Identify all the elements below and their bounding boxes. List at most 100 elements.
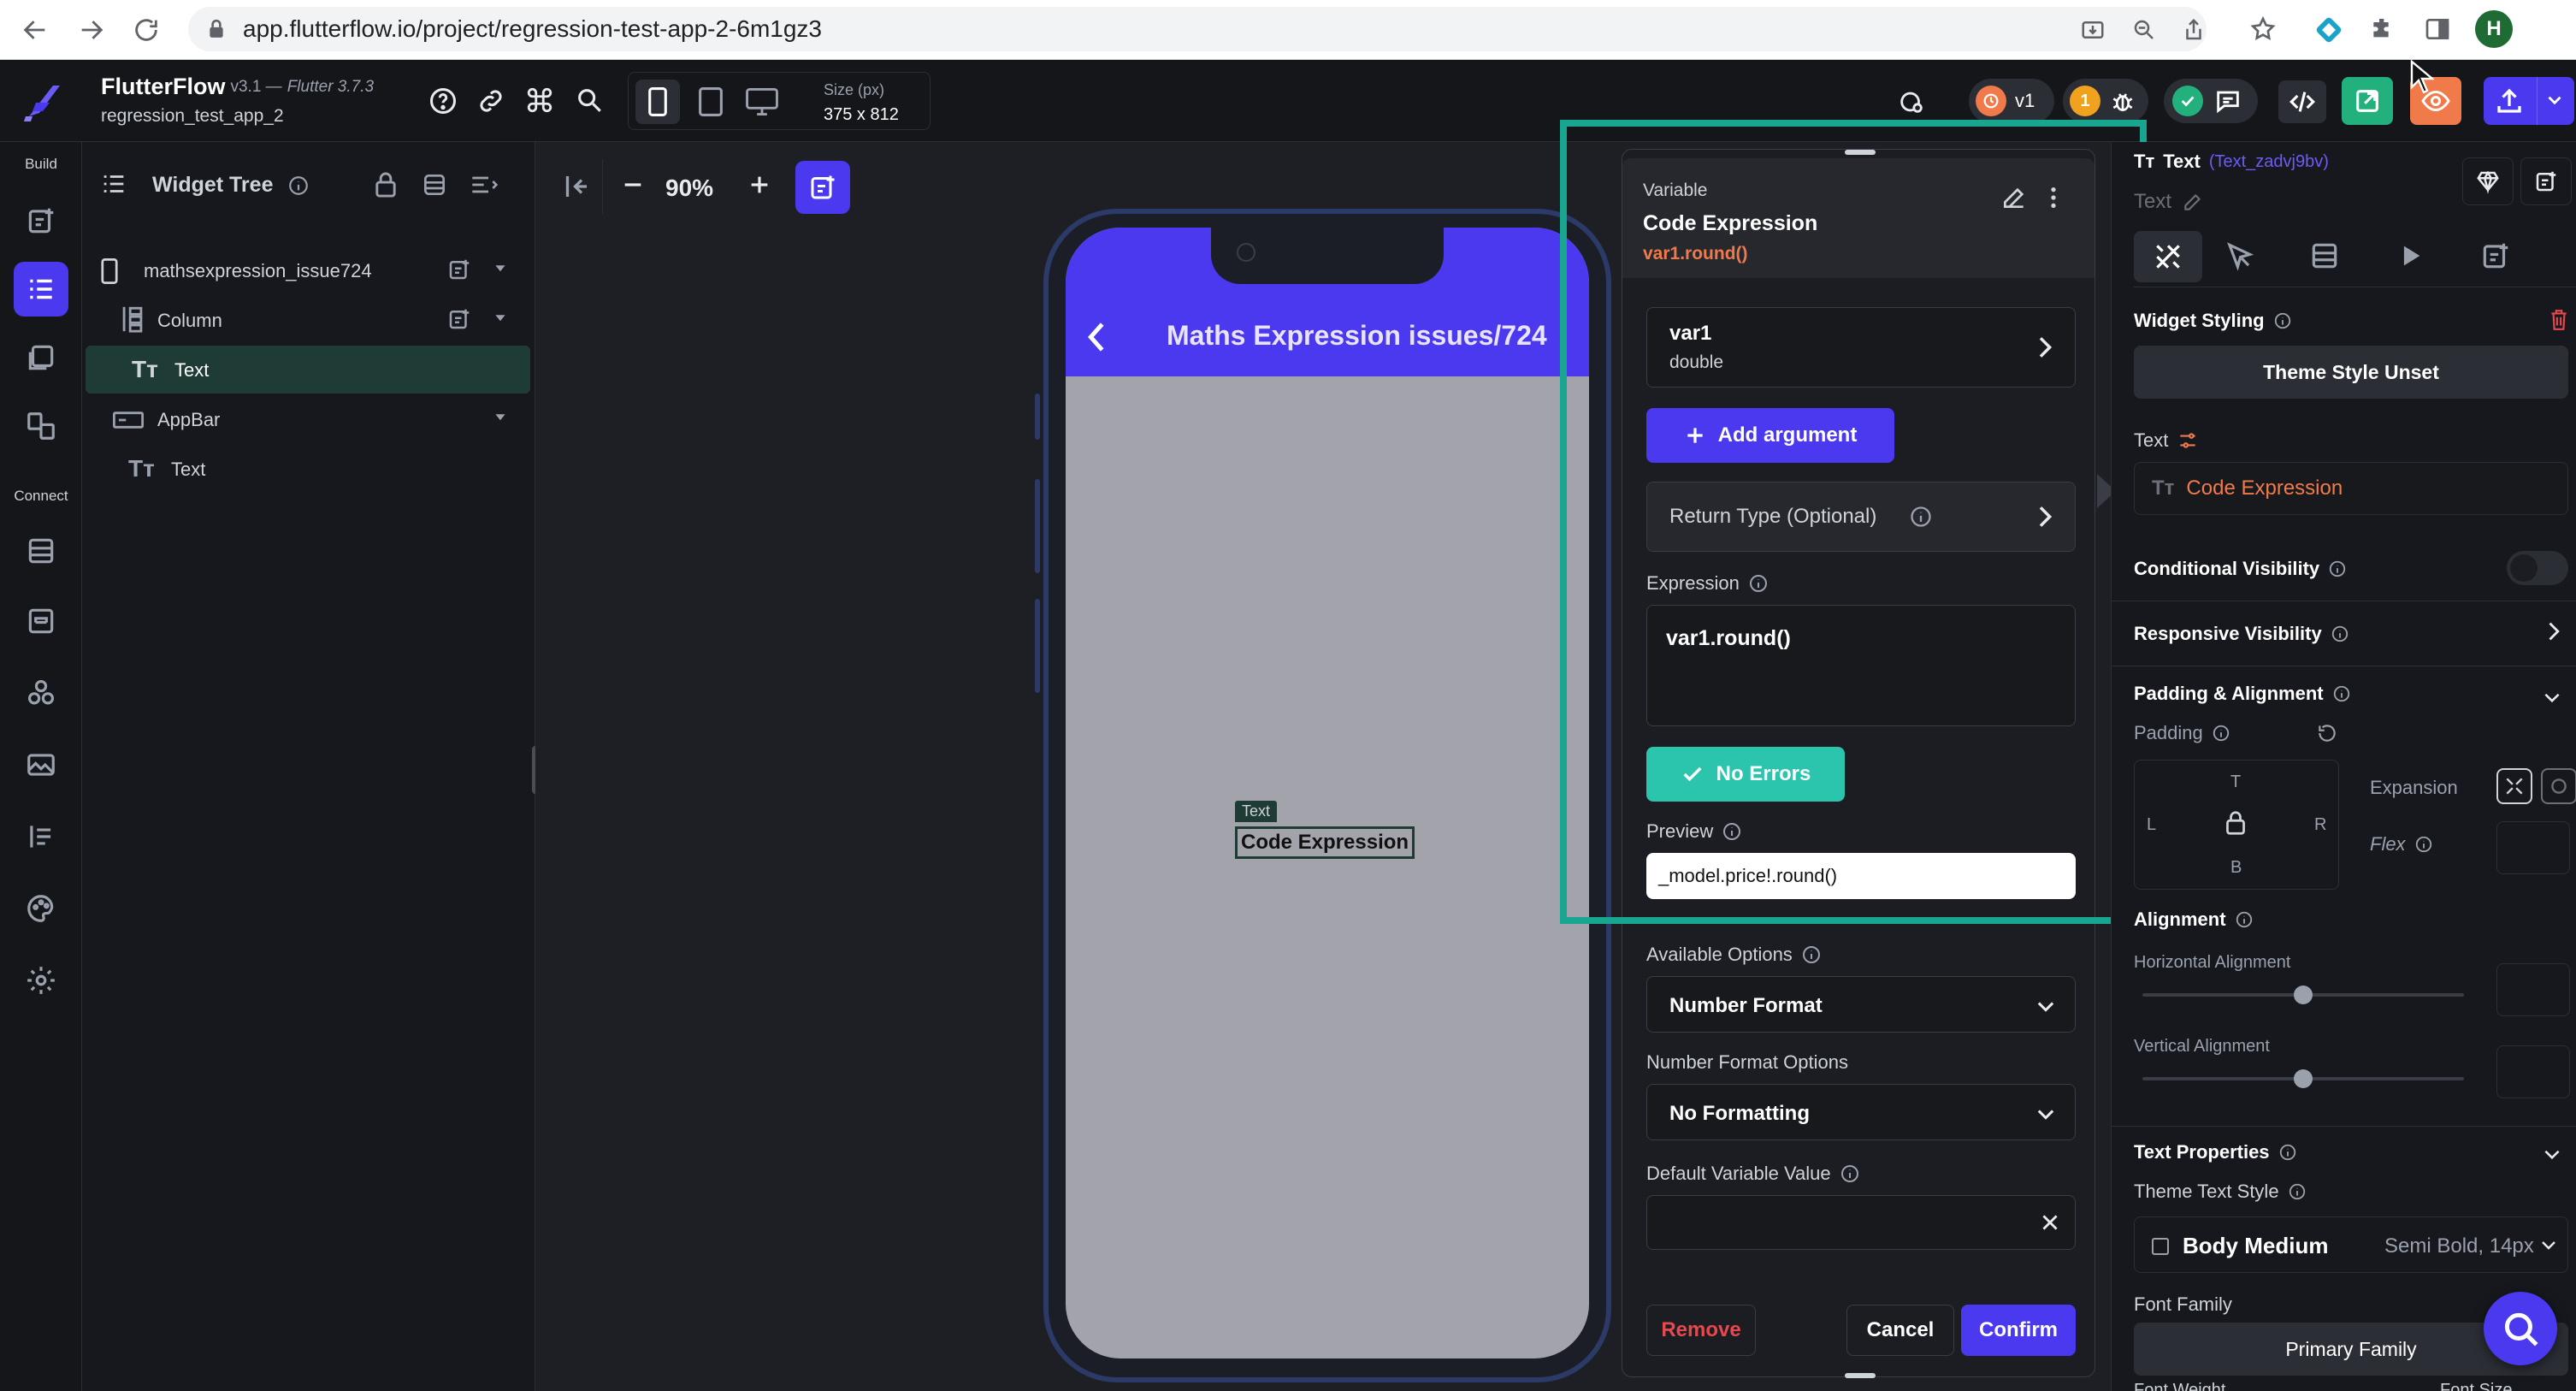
info-icon[interactable] xyxy=(2331,624,2349,643)
responsive-visibility-row[interactable]: Responsive Visibility xyxy=(2134,623,2349,645)
open-external-icon[interactable] xyxy=(2342,77,2393,125)
components-icon[interactable] xyxy=(421,171,448,198)
tree-item-page[interactable]: mathsexpression_issue724 xyxy=(82,246,535,294)
info-icon[interactable] xyxy=(2328,559,2347,578)
caret-down-icon[interactable] xyxy=(494,262,506,274)
bookmark-star-icon[interactable] xyxy=(2249,15,2277,43)
info-icon[interactable] xyxy=(1909,505,1933,529)
vertical-slider-thumb[interactable] xyxy=(2294,1069,2313,1088)
widget-tree-icon[interactable] xyxy=(14,262,68,317)
project-name[interactable]: regression_test_app_2 xyxy=(101,106,284,127)
issues-badge[interactable]: 1 xyxy=(2063,79,2148,123)
share-icon[interactable] xyxy=(2181,17,2207,43)
expansion-shrink-icon[interactable] xyxy=(2496,768,2532,804)
clear-x-icon[interactable] xyxy=(2039,1211,2061,1234)
status-group[interactable] xyxy=(2164,79,2258,123)
add-widget-icon[interactable] xyxy=(2520,157,2572,205)
install-app-icon[interactable] xyxy=(2080,17,2106,43)
edit-pencil-icon[interactable] xyxy=(2182,191,2204,213)
info-icon[interactable] xyxy=(287,175,310,197)
info-icon[interactable] xyxy=(1722,821,1742,842)
animation-play-icon[interactable] xyxy=(2396,241,2425,270)
number-format-dropdown[interactable]: No Formatting xyxy=(1646,1084,2076,1140)
extension-diamond-icon[interactable] xyxy=(2314,15,2343,44)
search-icon[interactable] xyxy=(575,86,604,115)
custom-code-icon[interactable] xyxy=(14,809,68,864)
tree-options-icon[interactable] xyxy=(469,171,501,198)
info-icon[interactable] xyxy=(2278,1143,2297,1162)
add-child-icon[interactable] xyxy=(446,257,472,282)
theme-style-button[interactable]: Theme Style Unset xyxy=(2134,346,2568,399)
media-assets-icon[interactable] xyxy=(14,737,68,792)
tablet-device-icon[interactable] xyxy=(688,80,733,124)
info-icon[interactable] xyxy=(2332,684,2351,703)
tree-item-text[interactable]: Tт Text xyxy=(82,445,535,493)
diamond-icon[interactable] xyxy=(2462,157,2514,205)
text-options-icon[interactable] xyxy=(2177,429,2199,452)
horizontal-slider-thumb[interactable] xyxy=(2294,986,2313,1004)
zoom-icon[interactable] xyxy=(2131,17,2157,43)
back-chevron-icon[interactable] xyxy=(1083,320,1110,354)
style-checkbox[interactable] xyxy=(2152,1238,2169,1255)
help-search-fab-icon[interactable] xyxy=(2484,1292,2557,1365)
desktop-device-icon[interactable] xyxy=(738,80,786,124)
drag-handle-top[interactable] xyxy=(1845,150,1876,155)
chevron-down-icon[interactable] xyxy=(2541,686,2563,708)
component-tab-icon[interactable] xyxy=(2479,240,2512,272)
vertical-alignment-slider[interactable] xyxy=(2142,1069,2464,1088)
add-to-canvas-icon[interactable] xyxy=(795,161,850,214)
no-errors-button[interactable]: No Errors xyxy=(1646,747,1845,802)
side-panel-icon[interactable] xyxy=(2424,15,2451,43)
properties-tab-icon[interactable] xyxy=(2134,231,2202,282)
caret-down-icon[interactable] xyxy=(494,311,506,323)
profile-avatar[interactable]: H xyxy=(2475,10,2513,48)
info-icon[interactable] xyxy=(1801,944,1822,965)
padding-right[interactable]: R xyxy=(2314,815,2326,835)
integrations-icon[interactable] xyxy=(14,666,68,720)
info-icon[interactable] xyxy=(2414,835,2433,854)
add-widget-icon[interactable] xyxy=(14,193,68,248)
info-icon[interactable] xyxy=(1748,573,1769,594)
page-selector-icon[interactable] xyxy=(14,399,68,453)
firestore-icon[interactable] xyxy=(14,524,68,578)
flutterflow-logo-icon[interactable] xyxy=(22,79,63,123)
add-child-icon[interactable] xyxy=(446,306,472,332)
padding-alignment-row[interactable]: Padding & Alignment xyxy=(2134,683,2351,705)
extensions-puzzle-icon[interactable] xyxy=(2369,15,2396,43)
sync-status-icon[interactable] xyxy=(1897,87,1926,116)
info-icon[interactable] xyxy=(1840,1163,1860,1184)
tree-item-text-selected[interactable]: Tт Text xyxy=(86,346,530,394)
text-properties-row[interactable]: Text Properties xyxy=(2134,1141,2297,1163)
info-icon[interactable] xyxy=(2288,1182,2307,1201)
collapse-panel-icon[interactable] xyxy=(561,171,592,202)
vertical-alignment-input[interactable] xyxy=(2496,1045,2570,1098)
theme-text-style-dropdown[interactable]: Body Medium Semi Bold, 14px xyxy=(2134,1216,2568,1273)
expression-editor[interactable]: var1.round() xyxy=(1646,605,2076,726)
edit-pencil-icon[interactable] xyxy=(2000,184,2028,211)
available-options-dropdown[interactable]: Number Format xyxy=(1646,976,2076,1033)
chevron-right-icon[interactable] xyxy=(2544,619,2561,643)
address-bar[interactable]: app.flutterflow.io/project/regression-te… xyxy=(188,7,2207,51)
confirm-button[interactable]: Confirm xyxy=(1961,1305,2076,1356)
reload-icon[interactable] xyxy=(132,15,161,44)
theme-palette-icon[interactable] xyxy=(14,881,68,936)
tree-item-appbar[interactable]: AppBar xyxy=(82,395,535,443)
info-icon[interactable] xyxy=(2273,311,2292,330)
argument-row-var1[interactable]: var1 double xyxy=(1646,307,2076,388)
default-value-input[interactable] xyxy=(1646,1195,2076,1250)
drag-handle-bottom[interactable] xyxy=(1845,1373,1876,1378)
reset-icon[interactable] xyxy=(2316,722,2338,744)
selected-text-widget[interactable]: Code Expression xyxy=(1235,826,1415,859)
padding-left[interactable]: L xyxy=(2147,815,2156,835)
code-view-icon[interactable] xyxy=(2278,80,2326,123)
forward-arrow-icon[interactable] xyxy=(77,15,106,44)
info-icon[interactable] xyxy=(2235,910,2254,929)
text-value-field[interactable]: Tт Code Expression xyxy=(2134,462,2568,515)
storyboard-icon[interactable] xyxy=(14,330,68,385)
flex-input[interactable] xyxy=(2496,821,2570,874)
return-type-row[interactable]: Return Type (Optional) xyxy=(1646,482,2076,552)
version-badge[interactable]: v1 xyxy=(1969,79,2054,123)
expansion-expand-icon[interactable] xyxy=(2541,768,2576,804)
cancel-button[interactable]: Cancel xyxy=(1846,1305,1954,1356)
padding-top[interactable]: T xyxy=(2230,772,2241,792)
